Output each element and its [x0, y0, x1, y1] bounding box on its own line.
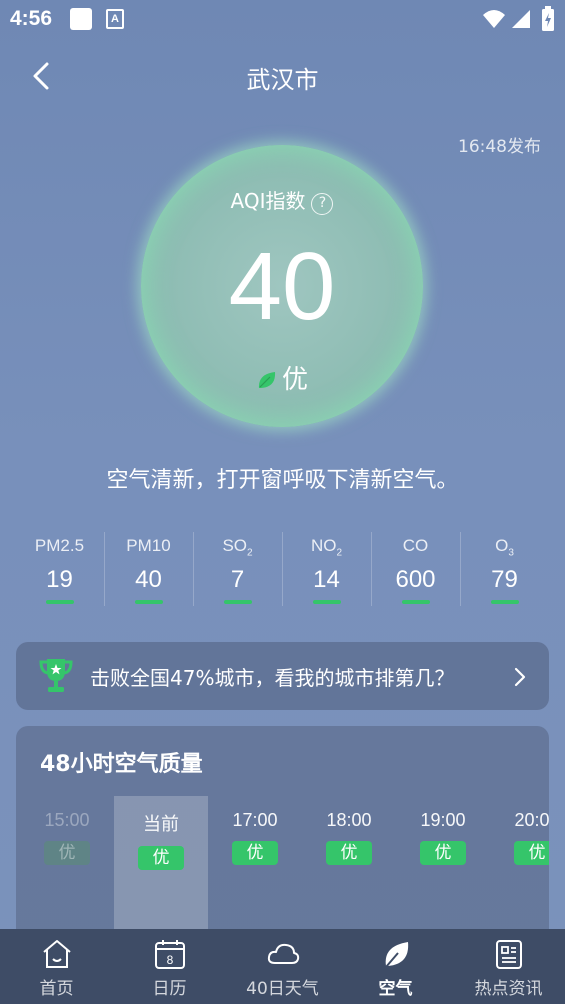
nav-label: 日历: [152, 979, 187, 999]
status-bar: 4:56 A: [0, 0, 565, 40]
nav-calendar[interactable]: 8 日历: [113, 929, 226, 1004]
pollutant-list: PM2.5 19 PM10 40 SO2 7 NO2 14 CO 600 O3 …: [15, 530, 549, 610]
page-title: 武汉市: [246, 66, 319, 94]
pollutant-so2[interactable]: SO2 7: [193, 530, 282, 610]
battery-charging-icon: [542, 6, 554, 31]
news-icon: [495, 940, 522, 969]
pollutant-name: CO: [402, 536, 429, 555]
pollutant-level-bar: [401, 600, 430, 605]
calendar-icon: 8: [154, 940, 185, 969]
header: 武汉市: [0, 50, 565, 102]
hour-level-badge: 优: [138, 846, 184, 870]
home-icon: [42, 940, 71, 968]
nav-40-day-weather[interactable]: 40日天气: [226, 929, 339, 1004]
leaf-icon: [258, 372, 276, 388]
trophy-icon: [39, 659, 73, 692]
pollutant-value: 19: [46, 566, 73, 594]
nav-label: 空气: [378, 979, 413, 999]
cloud-icon: [267, 943, 299, 964]
hour-time: 15:00: [44, 810, 90, 830]
city-rank-banner[interactable]: 击败全国47%城市，看我的城市排第几？: [16, 642, 549, 710]
calendar-day: 8: [166, 953, 173, 967]
hour-level-badge: 优: [44, 841, 90, 865]
keyboard-a-icon: A: [106, 9, 124, 29]
pollutant-name: O3: [495, 536, 514, 559]
help-icon[interactable]: ?: [311, 193, 334, 215]
pollutant-value: 14: [313, 566, 340, 594]
pollutant-level-bar: [223, 600, 252, 605]
pollutant-value: 79: [491, 566, 518, 594]
hour-time: 18:00: [326, 810, 372, 830]
bottom-nav: 首页 8 日历 40日天气 空气 热点资讯: [0, 929, 565, 1004]
pollutant-value: 40: [135, 566, 162, 594]
advice-text: 空气清新，打开窗呼吸下清新空气。: [106, 468, 459, 493]
pollutant-value: 600: [395, 566, 436, 594]
hour-level-badge: 优: [420, 841, 466, 865]
hour-time: 当前: [143, 814, 179, 834]
pollutant-name: PM10: [126, 536, 171, 555]
hour-level-badge: 优: [326, 841, 372, 865]
wifi-icon: [483, 10, 505, 28]
hourly-title: 48小时空气质量: [40, 752, 203, 777]
aqi-circle: AQI指数? 40 优: [141, 145, 423, 427]
pollutant-level-bar: [45, 600, 74, 605]
hour-level-badge: 优: [232, 841, 278, 865]
hour-time: 17:00: [232, 810, 278, 830]
pollutant-value: 7: [230, 566, 245, 594]
leaf-icon: [384, 942, 408, 968]
nav-home[interactable]: 首页: [0, 929, 113, 1004]
nav-label: 热点资讯: [474, 979, 543, 999]
nav-label: 40日天气: [246, 979, 319, 999]
hour-level-badge: 优: [514, 841, 549, 865]
nav-hot-news[interactable]: 热点资讯: [452, 929, 565, 1004]
notification-icon: [70, 8, 92, 30]
aqi-level: 优: [281, 365, 308, 395]
pollutant-level-bar: [490, 600, 519, 605]
rank-text: 击败全国47%城市，看我的城市排第几？: [90, 666, 455, 690]
publish-time: 16:48发布: [458, 137, 541, 157]
aqi-label: AQI指数: [230, 189, 306, 213]
aqi-label-row: AQI指数?: [141, 185, 423, 215]
pollutant-no2[interactable]: NO2 14: [282, 530, 371, 610]
status-time: 4:56: [10, 7, 53, 30]
aqi-value: 40: [228, 233, 336, 340]
pollutant-pm10[interactable]: PM10 40: [104, 530, 193, 610]
hour-time: 20:00: [514, 810, 549, 830]
pollutant-name: SO2: [222, 536, 253, 559]
aqi-level-row: 优: [141, 359, 423, 396]
pollutant-co[interactable]: CO 600: [371, 530, 460, 610]
pollutant-level-bar: [134, 600, 163, 605]
pollutant-o3[interactable]: O3 79: [460, 530, 549, 610]
hour-time: 19:00: [420, 810, 466, 830]
pollutant-name: NO2: [310, 536, 343, 559]
pollutant-name: PM2.5: [34, 536, 85, 555]
signal-icon: [512, 10, 530, 28]
pollutant-level-bar: [312, 600, 341, 605]
chevron-right-icon: [514, 667, 526, 687]
nav-air[interactable]: 空气: [339, 929, 452, 1004]
nav-label: 首页: [39, 979, 74, 999]
pollutant-pm25[interactable]: PM2.5 19: [15, 530, 104, 610]
